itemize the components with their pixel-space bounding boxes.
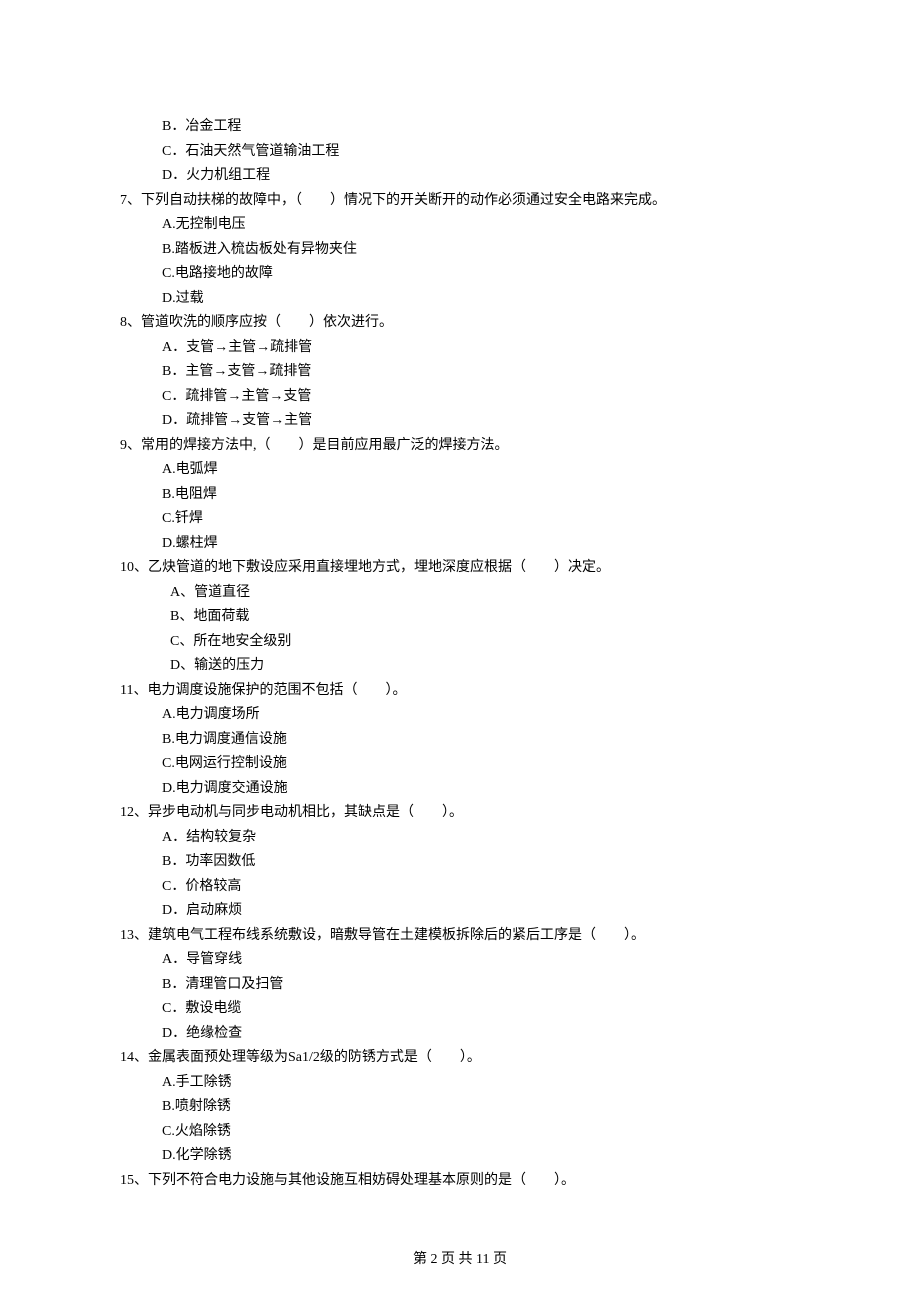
question-15: 15、下列不符合电力设施与其他设施互相妨碍处理基本原则的是（ ）。 bbox=[120, 1169, 800, 1194]
question-8: 8、管道吹洗的顺序应按（ ）依次进行。 bbox=[120, 311, 800, 336]
q8-option-d: D．疏排管→支管→主管 bbox=[162, 409, 800, 434]
question-7: 7、下列自动扶梯的故障中，（ ）情况下的开关断开的动作必须通过安全电路来完成。 bbox=[120, 189, 800, 214]
q13-option-c: C．敷设电缆 bbox=[162, 997, 800, 1022]
q7-option-d: D.过载 bbox=[162, 287, 800, 312]
q14-option-b: B.喷射除锈 bbox=[162, 1095, 800, 1120]
question-9: 9、常用的焊接方法中,（ ）是目前应用最广泛的焊接方法。 bbox=[120, 434, 800, 459]
q10-option-a: A、管道直径 bbox=[170, 581, 800, 606]
q11-option-b: B.电力调度通信设施 bbox=[162, 728, 800, 753]
q13-option-d: D．绝缘检查 bbox=[162, 1022, 800, 1047]
q11-option-c: C.电网运行控制设施 bbox=[162, 752, 800, 777]
q13-option-b: B．清理管口及扫管 bbox=[162, 973, 800, 998]
question-13: 13、建筑电气工程布线系统敷设，暗敷导管在土建模板拆除后的紧后工序是（ ）。 bbox=[120, 924, 800, 949]
q8-option-b: B．主管→支管→疏排管 bbox=[162, 360, 800, 385]
q7-option-a: A.无控制电压 bbox=[162, 213, 800, 238]
q12-option-d: D．启动麻烦 bbox=[162, 899, 800, 924]
q9-option-c: C.钎焊 bbox=[162, 507, 800, 532]
q8-option-a: A．支管→主管→疏排管 bbox=[162, 336, 800, 361]
q13-option-a: A．导管穿线 bbox=[162, 948, 800, 973]
q7-option-b: B.踏板进入梳齿板处有异物夹住 bbox=[162, 238, 800, 263]
q12-option-b: B．功率因数低 bbox=[162, 850, 800, 875]
page-footer: 第 2 页 共 11 页 bbox=[0, 1248, 920, 1273]
q14-option-d: D.化学除锈 bbox=[162, 1144, 800, 1169]
q8-option-c: C．疏排管→主管→支管 bbox=[162, 385, 800, 410]
q11-option-d: D.电力调度交通设施 bbox=[162, 777, 800, 802]
question-12: 12、异步电动机与同步电动机相比，其缺点是（ ）。 bbox=[120, 801, 800, 826]
q9-option-b: B.电阻焊 bbox=[162, 483, 800, 508]
question-14: 14、金属表面预处理等级为Sa1/2级的防锈方式是（ ）。 bbox=[120, 1046, 800, 1071]
q9-option-a: A.电弧焊 bbox=[162, 458, 800, 483]
q14-option-a: A.手工除锈 bbox=[162, 1071, 800, 1096]
q11-option-a: A.电力调度场所 bbox=[162, 703, 800, 728]
question-10: 10、乙炔管道的地下敷设应采用直接埋地方式，埋地深度应根据（ ）决定。 bbox=[120, 556, 800, 581]
q6-option-d: D．火力机组工程 bbox=[162, 164, 800, 189]
question-11: 11、电力调度设施保护的范围不包括（ ）。 bbox=[120, 679, 800, 704]
q14-option-c: C.火焰除锈 bbox=[162, 1120, 800, 1145]
q10-option-b: B、地面荷载 bbox=[170, 605, 800, 630]
q12-option-a: A．结构较复杂 bbox=[162, 826, 800, 851]
q6-option-b: B．冶金工程 bbox=[162, 115, 800, 140]
q9-option-d: D.螺柱焊 bbox=[162, 532, 800, 557]
q7-option-c: C.电路接地的故障 bbox=[162, 262, 800, 287]
q12-option-c: C．价格较高 bbox=[162, 875, 800, 900]
q10-option-d: D、输送的压力 bbox=[170, 654, 800, 679]
q6-option-c: C．石油天然气管道输油工程 bbox=[162, 140, 800, 165]
q10-option-c: C、所在地安全级别 bbox=[170, 630, 800, 655]
